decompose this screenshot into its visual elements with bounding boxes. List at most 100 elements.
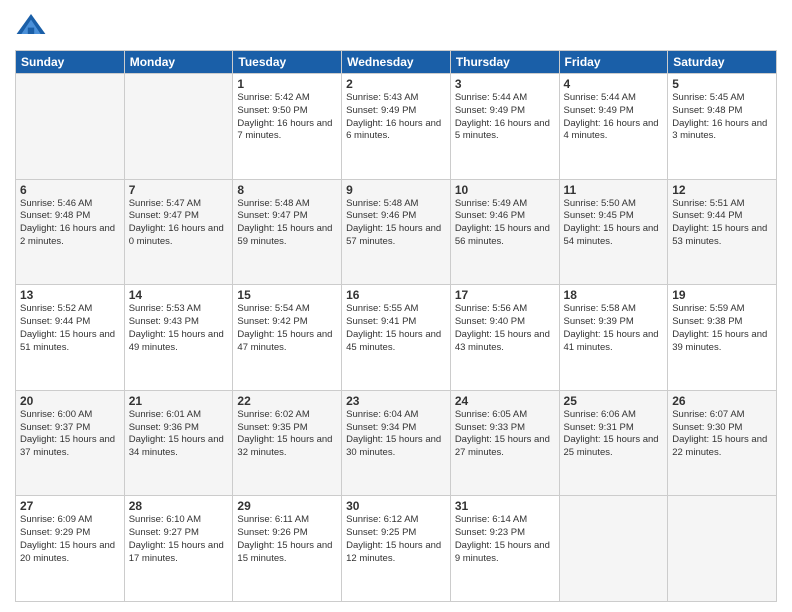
calendar-cell: 28Sunrise: 6:10 AM Sunset: 9:27 PM Dayli… (124, 496, 233, 602)
weekday-header-monday: Monday (124, 51, 233, 74)
day-info: Sunrise: 5:56 AM Sunset: 9:40 PM Dayligh… (455, 303, 555, 354)
calendar-cell: 29Sunrise: 6:11 AM Sunset: 9:26 PM Dayli… (233, 496, 342, 602)
weekday-header-thursday: Thursday (450, 51, 559, 74)
day-number: 25 (564, 394, 664, 408)
day-info: Sunrise: 6:01 AM Sunset: 9:36 PM Dayligh… (129, 409, 229, 460)
day-info: Sunrise: 6:14 AM Sunset: 9:23 PM Dayligh… (455, 514, 555, 565)
day-number: 2 (346, 77, 446, 91)
calendar-cell (16, 74, 125, 180)
day-info: Sunrise: 5:44 AM Sunset: 9:49 PM Dayligh… (455, 92, 555, 143)
logo (15, 10, 51, 42)
day-number: 23 (346, 394, 446, 408)
calendar-cell: 16Sunrise: 5:55 AM Sunset: 9:41 PM Dayli… (342, 285, 451, 391)
day-number: 11 (564, 183, 664, 197)
day-info: Sunrise: 5:48 AM Sunset: 9:47 PM Dayligh… (237, 198, 337, 249)
calendar-cell: 6Sunrise: 5:46 AM Sunset: 9:48 PM Daylig… (16, 179, 125, 285)
calendar-cell: 2Sunrise: 5:43 AM Sunset: 9:49 PM Daylig… (342, 74, 451, 180)
calendar-cell: 8Sunrise: 5:48 AM Sunset: 9:47 PM Daylig… (233, 179, 342, 285)
calendar-cell: 1Sunrise: 5:42 AM Sunset: 9:50 PM Daylig… (233, 74, 342, 180)
calendar-week-1: 1Sunrise: 5:42 AM Sunset: 9:50 PM Daylig… (16, 74, 777, 180)
calendar-cell: 13Sunrise: 5:52 AM Sunset: 9:44 PM Dayli… (16, 285, 125, 391)
calendar-cell (668, 496, 777, 602)
header (15, 10, 777, 42)
calendar-cell: 3Sunrise: 5:44 AM Sunset: 9:49 PM Daylig… (450, 74, 559, 180)
day-number: 24 (455, 394, 555, 408)
day-info: Sunrise: 6:12 AM Sunset: 9:25 PM Dayligh… (346, 514, 446, 565)
weekday-header-row: SundayMondayTuesdayWednesdayThursdayFrid… (16, 51, 777, 74)
day-info: Sunrise: 6:10 AM Sunset: 9:27 PM Dayligh… (129, 514, 229, 565)
day-number: 21 (129, 394, 229, 408)
day-info: Sunrise: 5:55 AM Sunset: 9:41 PM Dayligh… (346, 303, 446, 354)
calendar-cell: 9Sunrise: 5:48 AM Sunset: 9:46 PM Daylig… (342, 179, 451, 285)
day-info: Sunrise: 6:11 AM Sunset: 9:26 PM Dayligh… (237, 514, 337, 565)
calendar-cell: 17Sunrise: 5:56 AM Sunset: 9:40 PM Dayli… (450, 285, 559, 391)
calendar-cell: 18Sunrise: 5:58 AM Sunset: 9:39 PM Dayli… (559, 285, 668, 391)
day-info: Sunrise: 5:47 AM Sunset: 9:47 PM Dayligh… (129, 198, 229, 249)
day-number: 14 (129, 288, 229, 302)
day-info: Sunrise: 6:05 AM Sunset: 9:33 PM Dayligh… (455, 409, 555, 460)
calendar-week-2: 6Sunrise: 5:46 AM Sunset: 9:48 PM Daylig… (16, 179, 777, 285)
day-number: 13 (20, 288, 120, 302)
day-number: 28 (129, 499, 229, 513)
day-info: Sunrise: 5:48 AM Sunset: 9:46 PM Dayligh… (346, 198, 446, 249)
logo-icon (15, 10, 47, 42)
day-number: 12 (672, 183, 772, 197)
weekday-header-wednesday: Wednesday (342, 51, 451, 74)
calendar-table: SundayMondayTuesdayWednesdayThursdayFrid… (15, 50, 777, 602)
calendar-cell: 21Sunrise: 6:01 AM Sunset: 9:36 PM Dayli… (124, 390, 233, 496)
calendar-cell: 22Sunrise: 6:02 AM Sunset: 9:35 PM Dayli… (233, 390, 342, 496)
weekday-header-tuesday: Tuesday (233, 51, 342, 74)
day-number: 18 (564, 288, 664, 302)
day-info: Sunrise: 5:54 AM Sunset: 9:42 PM Dayligh… (237, 303, 337, 354)
calendar-cell: 7Sunrise: 5:47 AM Sunset: 9:47 PM Daylig… (124, 179, 233, 285)
calendar-cell: 5Sunrise: 5:45 AM Sunset: 9:48 PM Daylig… (668, 74, 777, 180)
weekday-header-sunday: Sunday (16, 51, 125, 74)
day-number: 26 (672, 394, 772, 408)
day-number: 3 (455, 77, 555, 91)
calendar-cell: 26Sunrise: 6:07 AM Sunset: 9:30 PM Dayli… (668, 390, 777, 496)
day-number: 17 (455, 288, 555, 302)
weekday-header-saturday: Saturday (668, 51, 777, 74)
calendar-week-5: 27Sunrise: 6:09 AM Sunset: 9:29 PM Dayli… (16, 496, 777, 602)
weekday-header-friday: Friday (559, 51, 668, 74)
day-info: Sunrise: 6:00 AM Sunset: 9:37 PM Dayligh… (20, 409, 120, 460)
calendar-cell (559, 496, 668, 602)
day-info: Sunrise: 5:51 AM Sunset: 9:44 PM Dayligh… (672, 198, 772, 249)
day-number: 20 (20, 394, 120, 408)
day-info: Sunrise: 6:02 AM Sunset: 9:35 PM Dayligh… (237, 409, 337, 460)
day-number: 10 (455, 183, 555, 197)
day-info: Sunrise: 5:58 AM Sunset: 9:39 PM Dayligh… (564, 303, 664, 354)
calendar-cell: 14Sunrise: 5:53 AM Sunset: 9:43 PM Dayli… (124, 285, 233, 391)
day-info: Sunrise: 5:43 AM Sunset: 9:49 PM Dayligh… (346, 92, 446, 143)
calendar-cell: 20Sunrise: 6:00 AM Sunset: 9:37 PM Dayli… (16, 390, 125, 496)
day-info: Sunrise: 5:52 AM Sunset: 9:44 PM Dayligh… (20, 303, 120, 354)
day-number: 5 (672, 77, 772, 91)
day-number: 8 (237, 183, 337, 197)
day-number: 27 (20, 499, 120, 513)
calendar-cell: 15Sunrise: 5:54 AM Sunset: 9:42 PM Dayli… (233, 285, 342, 391)
day-info: Sunrise: 6:07 AM Sunset: 9:30 PM Dayligh… (672, 409, 772, 460)
day-info: Sunrise: 5:59 AM Sunset: 9:38 PM Dayligh… (672, 303, 772, 354)
day-number: 19 (672, 288, 772, 302)
calendar-cell (124, 74, 233, 180)
calendar-cell: 19Sunrise: 5:59 AM Sunset: 9:38 PM Dayli… (668, 285, 777, 391)
day-info: Sunrise: 5:46 AM Sunset: 9:48 PM Dayligh… (20, 198, 120, 249)
calendar-cell: 23Sunrise: 6:04 AM Sunset: 9:34 PM Dayli… (342, 390, 451, 496)
page: SundayMondayTuesdayWednesdayThursdayFrid… (0, 0, 792, 612)
day-number: 7 (129, 183, 229, 197)
day-info: Sunrise: 5:53 AM Sunset: 9:43 PM Dayligh… (129, 303, 229, 354)
day-info: Sunrise: 5:42 AM Sunset: 9:50 PM Dayligh… (237, 92, 337, 143)
calendar-cell: 25Sunrise: 6:06 AM Sunset: 9:31 PM Dayli… (559, 390, 668, 496)
calendar-cell: 24Sunrise: 6:05 AM Sunset: 9:33 PM Dayli… (450, 390, 559, 496)
day-number: 22 (237, 394, 337, 408)
day-info: Sunrise: 6:04 AM Sunset: 9:34 PM Dayligh… (346, 409, 446, 460)
day-info: Sunrise: 5:49 AM Sunset: 9:46 PM Dayligh… (455, 198, 555, 249)
calendar-cell: 10Sunrise: 5:49 AM Sunset: 9:46 PM Dayli… (450, 179, 559, 285)
calendar-cell: 4Sunrise: 5:44 AM Sunset: 9:49 PM Daylig… (559, 74, 668, 180)
day-number: 1 (237, 77, 337, 91)
day-info: Sunrise: 5:45 AM Sunset: 9:48 PM Dayligh… (672, 92, 772, 143)
day-info: Sunrise: 5:50 AM Sunset: 9:45 PM Dayligh… (564, 198, 664, 249)
day-number: 30 (346, 499, 446, 513)
day-number: 29 (237, 499, 337, 513)
day-info: Sunrise: 5:44 AM Sunset: 9:49 PM Dayligh… (564, 92, 664, 143)
